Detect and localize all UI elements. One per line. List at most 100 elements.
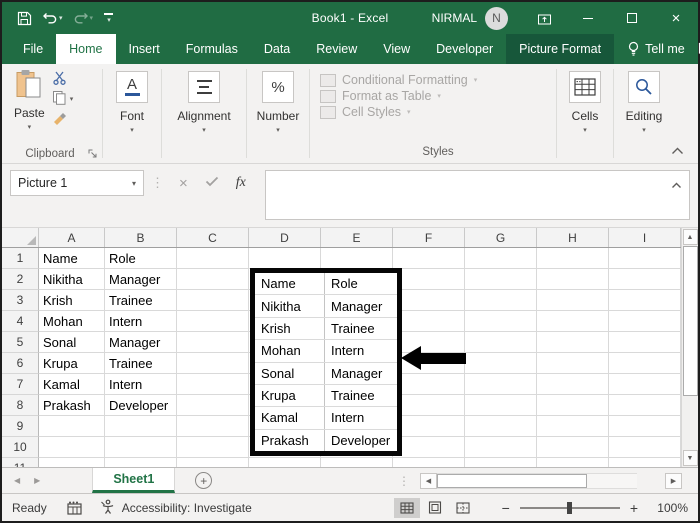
- editing-button[interactable]: Editing ▾: [614, 71, 674, 134]
- next-sheet-icon[interactable]: ▶: [34, 476, 40, 485]
- cell-H10[interactable]: [537, 437, 609, 458]
- cell-H3[interactable]: [537, 290, 609, 311]
- picture-object[interactable]: Name Role Nikitha Manager Krish Trainee Mohan I…: [250, 268, 402, 456]
- cell-H9[interactable]: [537, 416, 609, 437]
- redo-button[interactable]: ▾: [70, 10, 97, 27]
- cell-C3[interactable]: [177, 290, 249, 311]
- chevron-down-icon[interactable]: ▾: [70, 95, 74, 103]
- cell-B8[interactable]: Developer: [105, 395, 177, 416]
- cells-button[interactable]: Cells ▾: [557, 71, 613, 134]
- cell-A5[interactable]: Sonal: [39, 332, 105, 353]
- cell-B7[interactable]: Intern: [105, 374, 177, 395]
- cell-B3[interactable]: Trainee: [105, 290, 177, 311]
- cell-D1[interactable]: [249, 248, 321, 269]
- cell-F11[interactable]: [393, 458, 465, 467]
- cell-A7[interactable]: Kamal: [39, 374, 105, 395]
- horizontal-scroll-thumb[interactable]: [437, 473, 587, 488]
- row-header-3[interactable]: 3: [2, 290, 39, 311]
- cell-C10[interactable]: [177, 437, 249, 458]
- chevron-down-icon[interactable]: ▾: [583, 126, 587, 134]
- separator-dots-icon[interactable]: ⋮: [398, 468, 410, 493]
- maximize-button[interactable]: [610, 2, 654, 34]
- collapse-ribbon-button[interactable]: [671, 147, 684, 155]
- cell-A11[interactable]: [39, 458, 105, 467]
- cell-D11[interactable]: [249, 458, 321, 467]
- column-header-F[interactable]: F: [393, 228, 465, 247]
- styles-item-format-as-table[interactable]: Format as Table ▾: [320, 89, 477, 103]
- cell-I1[interactable]: [609, 248, 681, 269]
- styles-item-conditional-formatting[interactable]: Conditional Formatting ▾: [320, 73, 477, 87]
- cell-F1[interactable]: [393, 248, 465, 269]
- zoom-out-button[interactable]: −: [502, 500, 510, 516]
- save-icon[interactable]: [14, 9, 35, 28]
- chevron-down-icon[interactable]: ▾: [90, 14, 94, 22]
- cell-I10[interactable]: [609, 437, 681, 458]
- cell-C5[interactable]: [177, 332, 249, 353]
- cell-G11[interactable]: [465, 458, 537, 467]
- cell-F7[interactable]: [393, 374, 465, 395]
- column-header-H[interactable]: H: [537, 228, 609, 247]
- column-header-D[interactable]: D: [249, 228, 321, 247]
- cell-A4[interactable]: Mohan: [39, 311, 105, 332]
- zoom-in-button[interactable]: +: [630, 500, 638, 516]
- cell-C11[interactable]: [177, 458, 249, 467]
- separator-dots-icon[interactable]: ⋮: [151, 175, 164, 191]
- cell-B5[interactable]: Manager: [105, 332, 177, 353]
- row-header-1[interactable]: 1: [2, 248, 39, 269]
- cell-G4[interactable]: [465, 311, 537, 332]
- page-layout-view-button[interactable]: [422, 498, 448, 518]
- tab-insert[interactable]: Insert: [116, 34, 173, 64]
- cell-H5[interactable]: [537, 332, 609, 353]
- chevron-down-icon[interactable]: ▾: [202, 126, 206, 134]
- zoom-slider-thumb[interactable]: [566, 501, 572, 514]
- cell-G10[interactable]: [465, 437, 537, 458]
- cell-A10[interactable]: [39, 437, 105, 458]
- format-painter-button[interactable]: [52, 110, 74, 125]
- cell-B10[interactable]: [105, 437, 177, 458]
- row-header-8[interactable]: 8: [2, 395, 39, 416]
- cell-C2[interactable]: [177, 269, 249, 290]
- avatar[interactable]: N: [485, 6, 508, 30]
- cell-F10[interactable]: [393, 437, 465, 458]
- collapse-formula-bar-icon[interactable]: [671, 176, 682, 194]
- chevron-down-icon[interactable]: ▾: [642, 126, 646, 134]
- cell-B11[interactable]: [105, 458, 177, 467]
- cell-G7[interactable]: [465, 374, 537, 395]
- chevron-down-icon[interactable]: ▾: [130, 126, 134, 134]
- insert-function-icon[interactable]: fx: [236, 175, 246, 191]
- cell-H1[interactable]: [537, 248, 609, 269]
- cell-B4[interactable]: Intern: [105, 311, 177, 332]
- cell-I8[interactable]: [609, 395, 681, 416]
- row-header-7[interactable]: 7: [2, 374, 39, 395]
- row-header-10[interactable]: 10: [2, 437, 39, 458]
- cell-F3[interactable]: [393, 290, 465, 311]
- column-header-I[interactable]: I: [609, 228, 681, 247]
- scroll-left-icon[interactable]: ◀: [420, 472, 437, 489]
- clipboard-dialog-launcher-icon[interactable]: [88, 149, 98, 159]
- cell-H7[interactable]: [537, 374, 609, 395]
- cell-A1[interactable]: Name: [39, 248, 105, 269]
- alignment-settings-button[interactable]: Alignment ▾: [162, 71, 246, 134]
- chevron-down-icon[interactable]: ▾: [28, 123, 32, 131]
- cell-C1[interactable]: [177, 248, 249, 269]
- row-header-11[interactable]: 11: [2, 458, 39, 467]
- cell-I11[interactable]: [609, 458, 681, 467]
- cell-G8[interactable]: [465, 395, 537, 416]
- chevron-down-icon[interactable]: ▾: [59, 14, 63, 22]
- styles-item-cell-styles[interactable]: Cell Styles ▾: [320, 105, 477, 119]
- close-button[interactable]: ×: [654, 2, 698, 34]
- previous-sheet-icon[interactable]: ◀: [14, 476, 20, 485]
- tab-formulas[interactable]: Formulas: [173, 34, 251, 64]
- cell-I3[interactable]: [609, 290, 681, 311]
- macro-record-icon[interactable]: [67, 501, 82, 515]
- cell-H8[interactable]: [537, 395, 609, 416]
- column-header-A[interactable]: A: [39, 228, 105, 247]
- cell-B6[interactable]: Trainee: [105, 353, 177, 374]
- row-header-5[interactable]: 5: [2, 332, 39, 353]
- select-all-corner[interactable]: [2, 228, 39, 247]
- cancel-icon[interactable]: ×: [179, 175, 188, 192]
- tab-data[interactable]: Data: [251, 34, 303, 64]
- scroll-down-icon[interactable]: ▼: [682, 450, 698, 466]
- normal-view-button[interactable]: [393, 497, 420, 518]
- cell-I2[interactable]: [609, 269, 681, 290]
